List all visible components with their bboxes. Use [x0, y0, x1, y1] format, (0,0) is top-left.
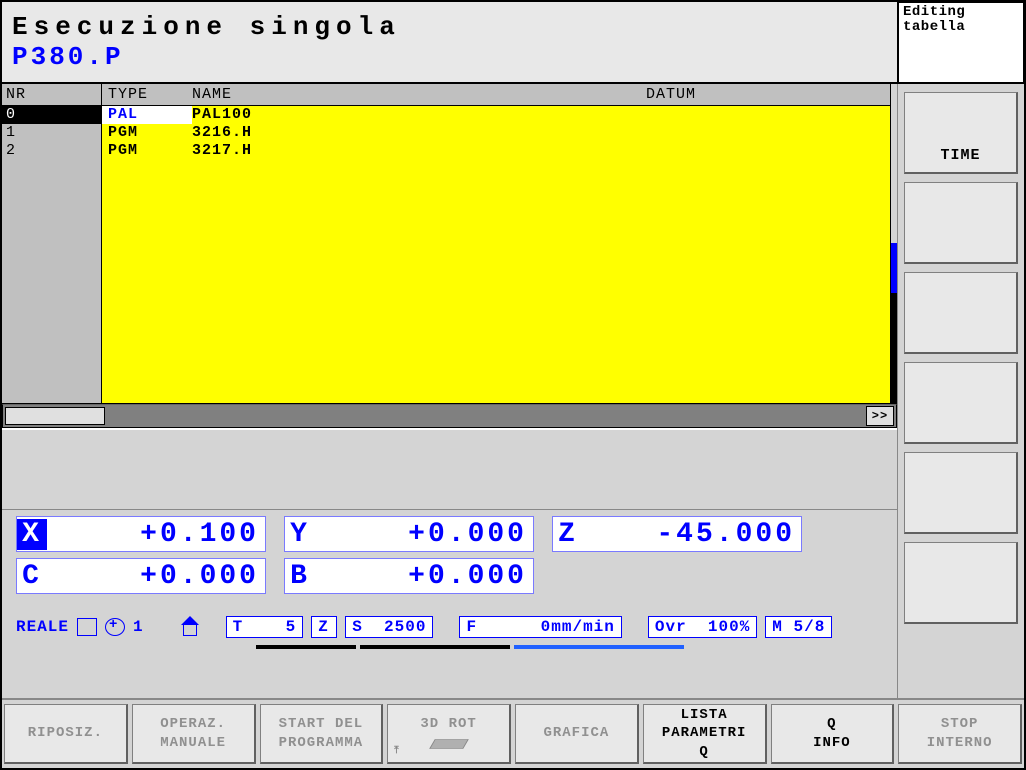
softkey-label: GRAFICA	[543, 724, 609, 742]
softkey-label: Q	[699, 743, 708, 761]
axis-value-b: +0.000	[315, 561, 533, 592]
nr-column: NR 0 1 2	[2, 84, 102, 403]
cell-name: 3216.H	[192, 124, 452, 142]
axis-label-y: Y	[285, 519, 315, 550]
softkey-grafica[interactable]: GRAFICA	[515, 704, 639, 764]
softkey-label: START DEL	[279, 715, 364, 733]
nr-cell[interactable]: 2	[2, 142, 101, 160]
col-header-name: NAME	[192, 86, 452, 103]
dro-c: C +0.000	[16, 558, 266, 594]
dro-b: B +0.000	[284, 558, 534, 594]
dro-y: Y +0.000	[284, 516, 534, 552]
softkey-r4[interactable]	[904, 362, 1018, 444]
cell-type: PAL	[102, 106, 192, 124]
softkey-r6[interactable]	[904, 542, 1018, 624]
axis-value-c: +0.000	[47, 561, 265, 592]
axis-label-z: Z	[553, 519, 583, 550]
status-t: T 5	[226, 616, 304, 638]
softkey-time[interactable]: TIME	[904, 92, 1018, 174]
axis-value-z: -45.000	[583, 519, 801, 550]
axes-icon: ⤒	[394, 745, 399, 758]
softkey-page-indicator	[16, 644, 883, 650]
data-column: TYPE NAME DATUM PAL PAL100 PGM 3216.H PG…	[102, 84, 891, 403]
softkey-r5[interactable]	[904, 452, 1018, 534]
softkey-label: Q	[827, 715, 836, 733]
softkey-label: RIPOSIZ.	[28, 724, 103, 742]
softkey-start-programma[interactable]: START DEL PROGRAMMA	[260, 704, 384, 764]
cell-name: PAL100	[192, 106, 452, 124]
softkey-operaz-manuale[interactable]: OPERAZ. MANUALE	[132, 704, 256, 764]
softkey-q-info[interactable]: Q INFO	[771, 704, 895, 764]
table-row[interactable]: PAL PAL100	[102, 106, 890, 124]
hscroll-thumb[interactable]	[5, 407, 105, 425]
vertical-scroll-indicator	[891, 84, 897, 403]
axis-label-c: C	[17, 561, 47, 592]
softkey-label: OPERAZ.	[160, 715, 226, 733]
home-icon	[180, 618, 200, 636]
aux-mode-line1: Editing	[903, 5, 1019, 20]
aux-mode-line2: tabella	[903, 20, 1019, 35]
softkey-label: LISTA	[681, 706, 728, 724]
cell-type: PGM	[102, 124, 192, 142]
mode-title: Esecuzione singola	[12, 12, 887, 42]
right-softkey-column: TIME	[898, 84, 1024, 698]
datum-icon	[77, 618, 97, 636]
status-z: Z	[311, 616, 337, 638]
col-header-datum: DATUM	[452, 86, 890, 103]
axis-value-y: +0.000	[315, 519, 533, 550]
softkey-stop-interno[interactable]: STOP INTERNO	[898, 704, 1022, 764]
status-ovr: Ovr 100%	[648, 616, 757, 638]
softkey-label: 3D ROT	[420, 715, 476, 733]
pallet-table: NR 0 1 2 TYPE NAME DATUM PAL PAL100 PGM …	[2, 84, 897, 404]
softkey-3d-rot[interactable]: 3D ROT ⤒	[387, 704, 511, 764]
softkey-label: INTERNO	[927, 734, 993, 752]
data-header: TYPE NAME DATUM	[102, 84, 890, 106]
rot-3d-icon	[429, 739, 469, 749]
softkey-label: PROGRAMMA	[279, 734, 364, 752]
softkey-label: INFO	[813, 734, 851, 752]
nr-cell[interactable]: 0	[2, 106, 101, 124]
cell-type: PGM	[102, 142, 192, 160]
status-bar: REALE 1 T 5 Z S 2500 F 0mm/min Ovr 100% …	[16, 614, 883, 640]
axis-value-x: +0.100	[47, 519, 265, 550]
dro-z: Z -45.000	[552, 516, 802, 552]
cell-name: 3217.H	[192, 142, 452, 160]
col-header-nr: NR	[2, 84, 101, 106]
table-row[interactable]: PGM 3216.H	[102, 124, 890, 142]
softkey-lista-parametri-q[interactable]: LISTA PARAMETRI Q	[643, 704, 767, 764]
softkey-riposiz[interactable]: RIPOSIZ.	[4, 704, 128, 764]
program-file: P380.P	[12, 42, 887, 72]
nr-cell[interactable]: 1	[2, 124, 101, 142]
probe-icon	[105, 618, 125, 636]
dro-panel: X +0.100 Y +0.000 Z -45.000 C +0.000	[2, 510, 897, 644]
axis-label-x: X	[17, 519, 47, 550]
bottom-softkey-row: RIPOSIZ. OPERAZ. MANUALE START DEL PROGR…	[2, 698, 1024, 768]
main-area: NR 0 1 2 TYPE NAME DATUM PAL PAL100 PGM …	[2, 84, 898, 698]
softkey-label: MANUALE	[160, 734, 226, 752]
status-s: S 2500	[345, 616, 433, 638]
softkey-r2[interactable]	[904, 182, 1018, 264]
softkey-label: STOP	[941, 715, 979, 733]
hscroll-next-button[interactable]: >>	[866, 406, 894, 426]
status-m: M 5/8	[765, 616, 832, 638]
dro-x: X +0.100	[16, 516, 266, 552]
softkey-r3[interactable]	[904, 272, 1018, 354]
status-f: F 0mm/min	[459, 616, 621, 638]
aux-mode-box: Editing tabella	[898, 2, 1024, 84]
col-header-type: TYPE	[102, 86, 192, 103]
info-gap	[2, 428, 897, 510]
softkey-label: PARAMETRI	[662, 724, 747, 742]
header: Esecuzione singola P380.P	[2, 2, 898, 84]
status-index: 1	[133, 618, 144, 636]
table-row[interactable]: PGM 3217.H	[102, 142, 890, 160]
axis-label-b: B	[285, 561, 315, 592]
status-mode: REALE	[16, 618, 69, 636]
horizontal-scrollbar[interactable]: >>	[2, 404, 897, 428]
